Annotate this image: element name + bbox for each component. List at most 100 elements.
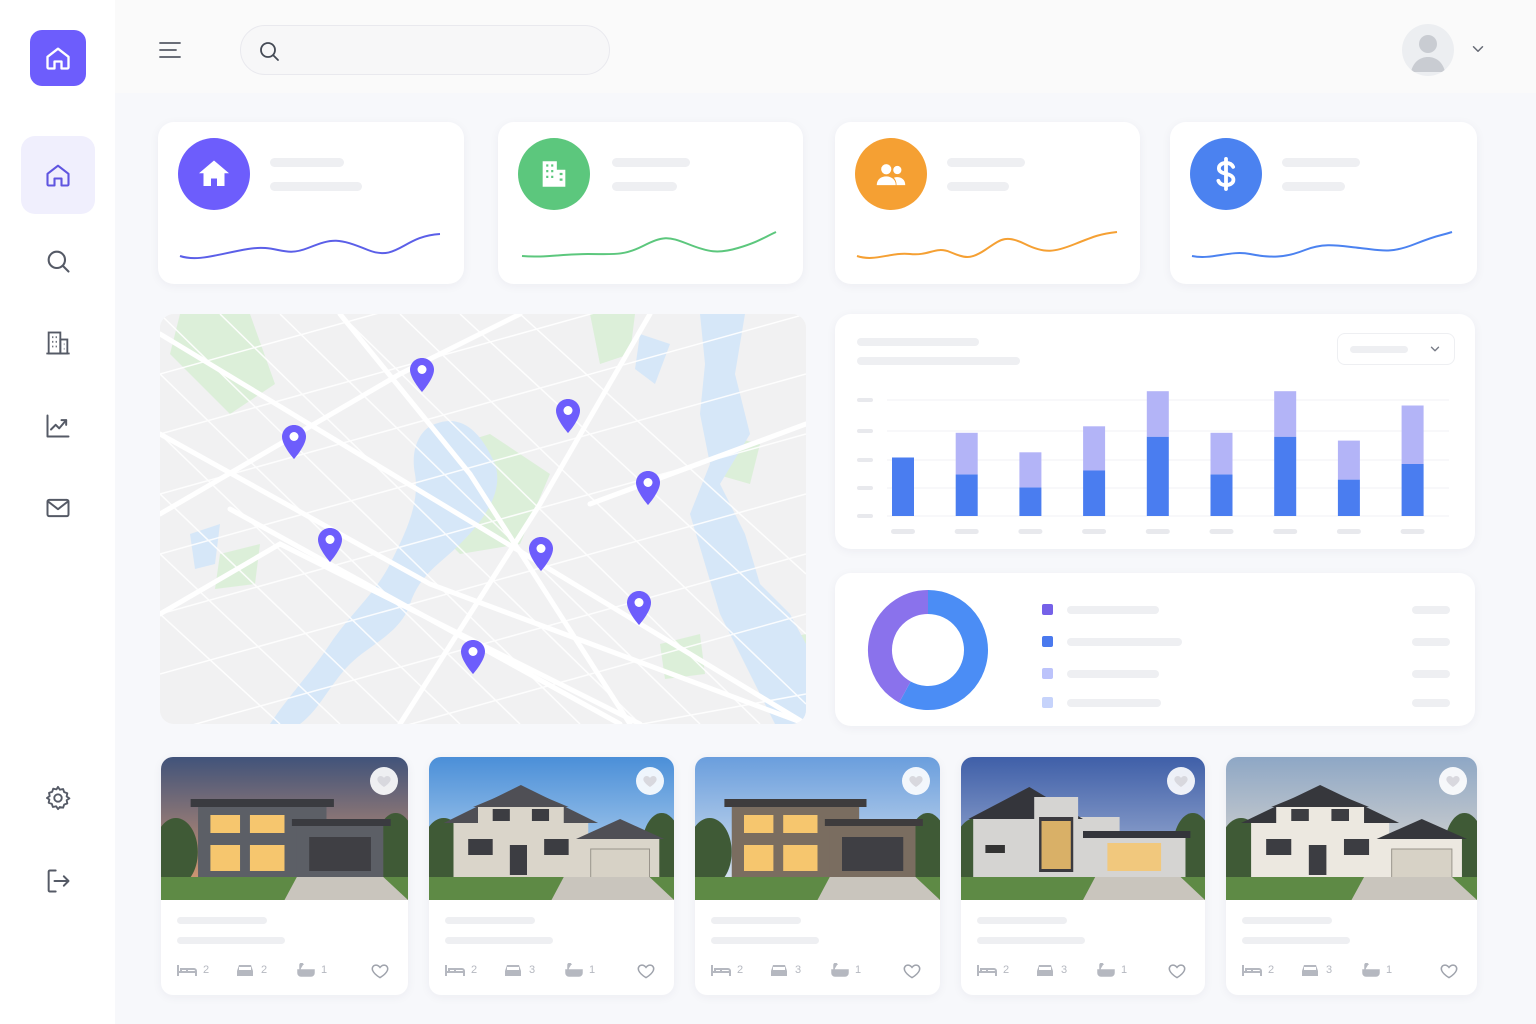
listing-photo[interactable] <box>429 757 674 900</box>
logout-icon <box>47 869 70 893</box>
x-tick-label <box>954 529 979 534</box>
stat-value-placeholder <box>270 182 362 191</box>
beds-feature: 2 <box>1242 963 1274 977</box>
legend-label-placeholder <box>1067 670 1159 678</box>
baths-feature: 1 <box>1362 963 1392 977</box>
stat-value-placeholder <box>1282 182 1345 191</box>
legend-swatch <box>1042 636 1053 647</box>
property-map[interactable] <box>160 314 806 724</box>
legend-label-placeholder <box>1067 638 1182 646</box>
car-icon <box>237 965 253 976</box>
map-pin-icon[interactable] <box>317 527 343 563</box>
search-input[interactable] <box>293 38 593 62</box>
heart-icon <box>643 776 657 787</box>
bar-segment <box>1019 452 1042 488</box>
listing-address-placeholder <box>1242 937 1350 944</box>
favorite-button[interactable] <box>1167 767 1195 795</box>
sidebar-item-home[interactable] <box>21 136 95 214</box>
map-pin-icon[interactable] <box>409 357 435 393</box>
stat-card-clients[interactable] <box>835 122 1140 284</box>
listing-address-placeholder <box>977 937 1085 944</box>
map-pin-icon[interactable] <box>555 398 581 434</box>
x-tick-label <box>1145 529 1170 534</box>
listing-card[interactable]: 2 2 1 <box>161 757 408 995</box>
heart-icon[interactable] <box>1167 961 1187 981</box>
sidebar-item-buildings[interactable] <box>21 304 95 382</box>
baths-count: 1 <box>1386 964 1393 976</box>
user-avatar-icon <box>1411 35 1445 72</box>
listing-features: 2 3 1 <box>1242 961 1463 981</box>
favorite-button[interactable] <box>370 767 398 795</box>
bar-segment <box>1337 440 1360 480</box>
listing-title-placeholder <box>977 917 1067 924</box>
sidebar-item-messages[interactable] <box>21 469 95 547</box>
y-tick-label <box>857 429 873 433</box>
map-pin-icon[interactable] <box>528 536 554 572</box>
heart-icon <box>377 776 391 787</box>
chevron-down-icon <box>1472 46 1484 52</box>
listing-photo[interactable] <box>961 757 1205 900</box>
baths-count: 1 <box>855 964 862 976</box>
listing-features: 2 2 1 <box>177 961 394 981</box>
search-bar[interactable] <box>240 25 610 75</box>
map-pin-icon[interactable] <box>626 590 652 626</box>
map-pin-icon[interactable] <box>635 470 661 506</box>
sidebar-item-search[interactable] <box>21 222 95 300</box>
sidebar-item-settings[interactable] <box>21 759 95 837</box>
listing-photo[interactable] <box>1226 757 1477 900</box>
hamburger-icon <box>159 42 181 58</box>
beds-feature: 2 <box>445 963 477 977</box>
bar-segment <box>1210 432 1233 475</box>
favorite-button[interactable] <box>1439 767 1467 795</box>
favorite-button[interactable] <box>902 767 930 795</box>
stat-icon-badge <box>178 138 250 210</box>
car-icon <box>771 965 787 976</box>
listing-card[interactable]: 2 3 1 <box>695 757 940 995</box>
stat-card-properties[interactable] <box>158 122 464 284</box>
listing-card[interactable]: 2 3 1 <box>961 757 1205 995</box>
bar-segment <box>955 474 978 516</box>
baths-feature: 1 <box>1097 963 1127 977</box>
stat-title-placeholder <box>947 158 1025 167</box>
y-tick-label <box>857 458 873 462</box>
bath-icon <box>1362 963 1380 977</box>
legend-value-placeholder <box>1412 670 1450 678</box>
stat-card-buildings[interactable] <box>498 122 803 284</box>
menu-toggle[interactable] <box>158 38 182 62</box>
bar-segment <box>1274 436 1297 516</box>
search-icon <box>47 250 70 273</box>
bar-segment <box>1210 474 1233 516</box>
map-pin-icon[interactable] <box>460 639 486 675</box>
listing-photo[interactable] <box>695 757 940 900</box>
sidebar-item-logout[interactable] <box>21 842 95 920</box>
heart-icon[interactable] <box>636 961 656 981</box>
heart-icon[interactable] <box>1439 961 1459 981</box>
donut-chart <box>868 590 988 710</box>
stat-card-revenue[interactable] <box>1170 122 1477 284</box>
user-avatar[interactable] <box>1402 24 1454 76</box>
listing-card[interactable]: 2 3 1 <box>429 757 674 995</box>
heart-icon[interactable] <box>370 961 390 981</box>
x-tick-label <box>1209 529 1234 534</box>
listing-address-placeholder <box>711 937 819 944</box>
beds-count: 2 <box>471 964 478 976</box>
baths-count: 1 <box>321 964 328 976</box>
parking-feature: 2 <box>235 963 267 977</box>
listing-photo[interactable] <box>161 757 408 900</box>
listing-card[interactable]: 2 3 1 <box>1226 757 1477 995</box>
gear-icon <box>45 785 71 811</box>
map-pin-icon[interactable] <box>281 424 307 460</box>
sidebar-item-analytics[interactable] <box>21 387 95 465</box>
bar-segment <box>1019 487 1042 516</box>
beds-count: 2 <box>1268 964 1275 976</box>
search-icon <box>260 42 279 61</box>
favorite-button[interactable] <box>636 767 664 795</box>
car-icon <box>1037 965 1053 976</box>
bed-icon <box>445 965 465 976</box>
listing-title-placeholder <box>711 917 801 924</box>
beds-feature: 2 <box>977 963 1009 977</box>
heart-icon[interactable] <box>902 961 922 981</box>
stat-title-placeholder <box>270 158 344 167</box>
logo[interactable] <box>30 30 86 86</box>
user-menu-toggle[interactable] <box>1469 40 1487 63</box>
